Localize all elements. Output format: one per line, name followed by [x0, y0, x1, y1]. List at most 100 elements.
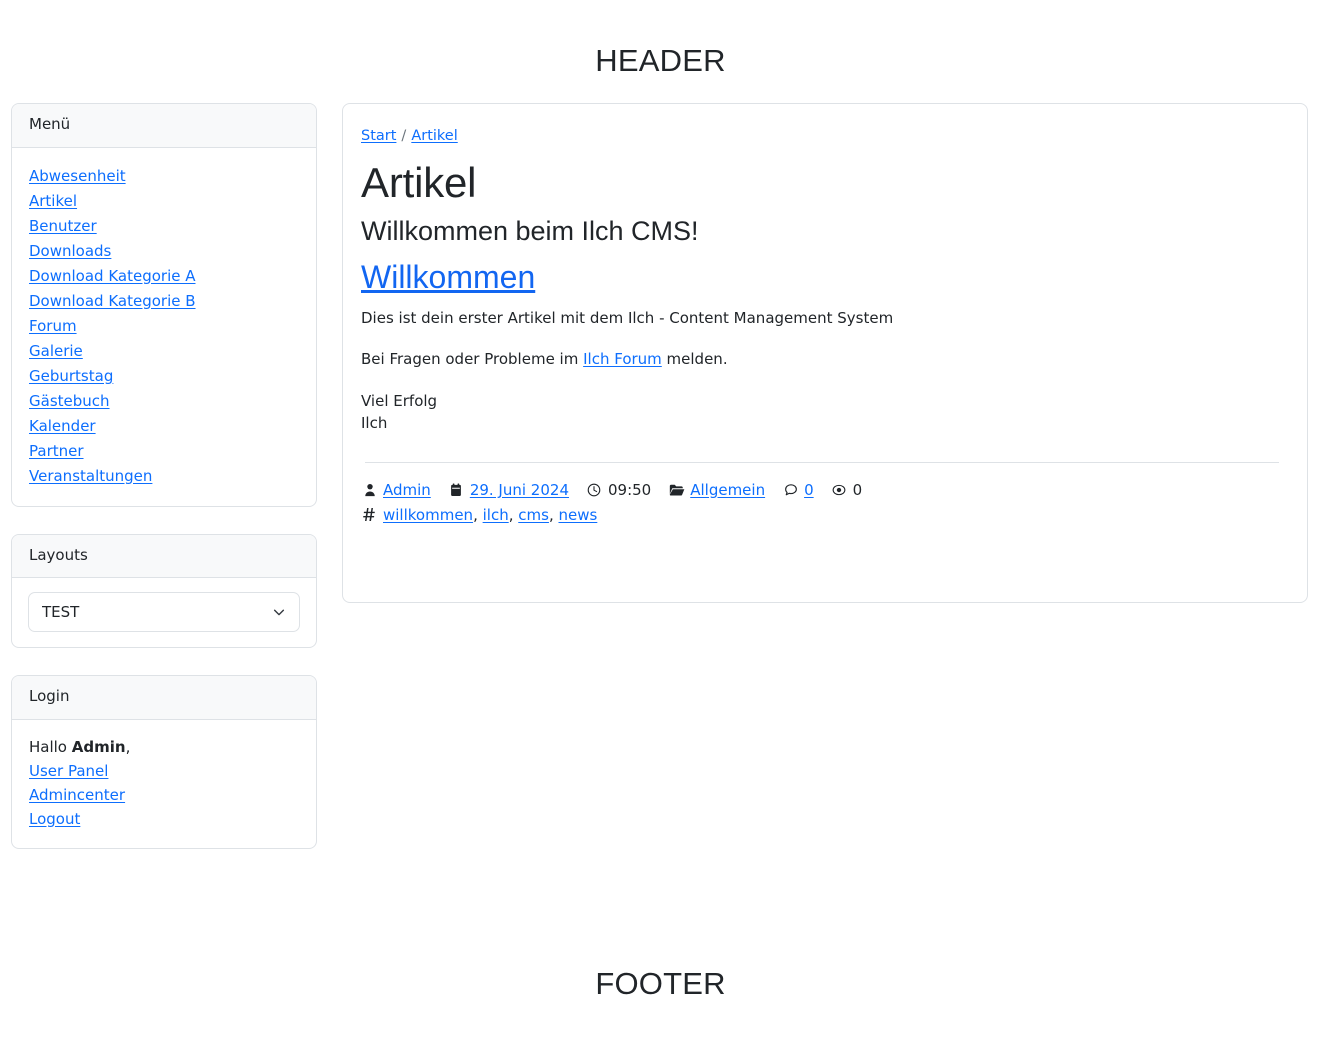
list-item: Veranstaltungen	[29, 464, 299, 488]
sidebar-item-abwesenheit[interactable]: Abwesenheit	[29, 164, 126, 188]
article-card: Start / Artikel Artikel Willkommen beim Il…	[342, 103, 1308, 603]
sidebar-item-downloads[interactable]: Downloads	[29, 239, 111, 263]
layout-select[interactable]: TEST	[28, 592, 300, 632]
metadata-date-link[interactable]: 29. Juni 2024	[470, 478, 569, 502]
comment-icon	[782, 481, 799, 498]
sidebar-item-download-kategorie-b[interactable]: Download Kategorie B	[29, 289, 196, 313]
list-item: Partner	[29, 439, 299, 463]
article-metadata: Admin 29. Juni 2024 09:50 Allgemein 0 0	[361, 478, 1283, 502]
list-item: Download Kategorie B	[29, 289, 299, 313]
article-closing-line-1: Viel Erfolg	[361, 391, 438, 410]
ilch-forum-link[interactable]: Ilch Forum	[583, 350, 662, 368]
metadata-author: Admin	[361, 478, 431, 502]
list-item: Benutzer	[29, 214, 299, 238]
menu-panel: Menü Abwesenheit Artikel Benutzer Downlo…	[11, 103, 317, 507]
list-item: Abwesenheit	[29, 164, 299, 188]
article-paragraph-2: Bei Fragen oder Probleme im Ilch Forum m…	[361, 348, 1283, 371]
article-title-link[interactable]: Willkommen	[361, 259, 535, 295]
breadcrumb-separator: /	[401, 128, 407, 144]
sidebar-item-partner[interactable]: Partner	[29, 439, 84, 463]
sidebar-item-download-kategorie-a[interactable]: Download Kategorie A	[29, 264, 196, 288]
layouts-panel-body: TEST	[12, 578, 316, 647]
sidebar-item-benutzer[interactable]: Benutzer	[29, 214, 97, 238]
login-panel-header: Login	[12, 676, 316, 720]
metadata-date: 29. Juni 2024	[448, 478, 569, 502]
sidebar-item-geburtstag[interactable]: Geburtstag	[29, 364, 113, 388]
layouts-panel: Layouts TEST	[11, 533, 317, 648]
menu-list: Abwesenheit Artikel Benutzer Downloads D…	[29, 164, 299, 488]
metadata-category-link[interactable]: Allgemein	[690, 478, 765, 502]
sidebar-item-veranstaltungen[interactable]: Veranstaltungen	[29, 464, 152, 488]
sidebar: Menü Abwesenheit Artikel Benutzer Downlo…	[11, 103, 317, 876]
site-footer: FOOTER	[0, 958, 1321, 1002]
article-paragraph-2-after: melden.	[661, 350, 728, 369]
logout-link[interactable]: Logout	[29, 807, 299, 831]
login-panel-body: Hallo Admin, User Panel Admincenter Logo…	[12, 720, 316, 848]
login-greeting-suffix: ,	[125, 737, 131, 756]
eye-icon	[831, 481, 848, 498]
list-item: Geburtstag	[29, 364, 299, 388]
menu-panel-body: Abwesenheit Artikel Benutzer Downloads D…	[12, 148, 316, 506]
user-panel-link[interactable]: User Panel	[29, 759, 299, 783]
hashtag-icon	[361, 506, 377, 523]
tag-separator: ,	[508, 505, 519, 524]
article-body: Dies ist dein erster Artikel mit dem Ilc…	[361, 307, 1283, 435]
menu-panel-title: Menü	[29, 115, 71, 133]
metadata-divider	[365, 461, 1279, 463]
article-paragraph-1: Dies ist dein erster Artikel mit dem Ilc…	[361, 308, 894, 327]
metadata-author-link[interactable]: Admin	[383, 478, 431, 502]
folder-open-icon	[668, 481, 685, 498]
list-item: Gästebuch	[29, 389, 299, 413]
list-item: Downloads	[29, 239, 299, 263]
login-greeting: Hallo Admin,	[29, 735, 299, 759]
article-subtitle: Willkommen beim Ilch CMS!	[361, 215, 699, 246]
sidebar-item-forum[interactable]: Forum	[29, 314, 77, 338]
site-footer-text: FOOTER	[595, 965, 726, 1001]
sidebar-item-artikel[interactable]: Artikel	[29, 189, 77, 213]
metadata-time: 09:50	[586, 478, 651, 502]
list-item: Artikel	[29, 189, 299, 213]
list-item: Forum	[29, 314, 299, 338]
metadata-views: 0	[831, 478, 863, 502]
breadcrumb: Start / Artikel	[361, 126, 1283, 146]
article-title-heading: Willkommen	[361, 257, 1283, 297]
tag-list: willkommen, ilch, cms, news	[383, 503, 597, 527]
menu-panel-header: Menü	[12, 104, 316, 148]
layouts-panel-header: Layouts	[12, 534, 316, 578]
layout-spacer	[0, 876, 1321, 958]
tag-ilch[interactable]: ilch	[483, 506, 509, 524]
page-title: Artikel	[361, 159, 477, 206]
admincenter-link[interactable]: Admincenter	[29, 783, 299, 807]
metadata-comments-link[interactable]: 0	[804, 478, 814, 502]
main-content: Start / Artikel Artikel Willkommen beim Il…	[342, 103, 1308, 603]
login-panel: Login Hallo Admin, User Panel Admincente…	[11, 675, 317, 849]
login-username: Admin	[71, 737, 126, 756]
layout-select-wrapper: TEST	[28, 592, 300, 632]
layouts-panel-title: Layouts	[29, 545, 88, 564]
page-layout: Menü Abwesenheit Artikel Benutzer Downlo…	[0, 103, 1321, 876]
list-item: Kalender	[29, 414, 299, 438]
login-greeting-prefix: Hallo	[29, 737, 72, 756]
tag-news[interactable]: news	[558, 506, 597, 524]
metadata-time-value: 09:50	[607, 480, 652, 499]
sidebar-item-galerie[interactable]: Galerie	[29, 339, 83, 363]
site-header-text: HEADER	[595, 43, 726, 78]
breadcrumb-item-start[interactable]: Start	[361, 128, 396, 144]
tag-separator: ,	[473, 505, 483, 524]
clock-icon	[586, 481, 603, 498]
breadcrumb-item-artikel[interactable]: Artikel	[411, 128, 457, 144]
article-paragraph-2-before: Bei Fragen oder Probleme im	[361, 350, 584, 369]
metadata-views-value: 0	[852, 480, 863, 499]
login-links: User Panel Admincenter Logout	[29, 759, 299, 831]
article-tags: willkommen, ilch, cms, news	[361, 503, 1283, 527]
tag-willkommen[interactable]: willkommen	[383, 506, 473, 524]
list-item: Download Kategorie A	[29, 264, 299, 288]
sidebar-item-kalender[interactable]: Kalender	[29, 414, 96, 438]
sidebar-item-gaestebuch[interactable]: Gästebuch	[29, 389, 110, 413]
calendar-icon	[448, 481, 465, 498]
tag-cms[interactable]: cms	[518, 506, 549, 524]
user-icon	[361, 481, 378, 498]
list-item: Galerie	[29, 339, 299, 363]
metadata-comments: 0	[782, 478, 814, 502]
login-panel-title: Login	[29, 687, 70, 705]
